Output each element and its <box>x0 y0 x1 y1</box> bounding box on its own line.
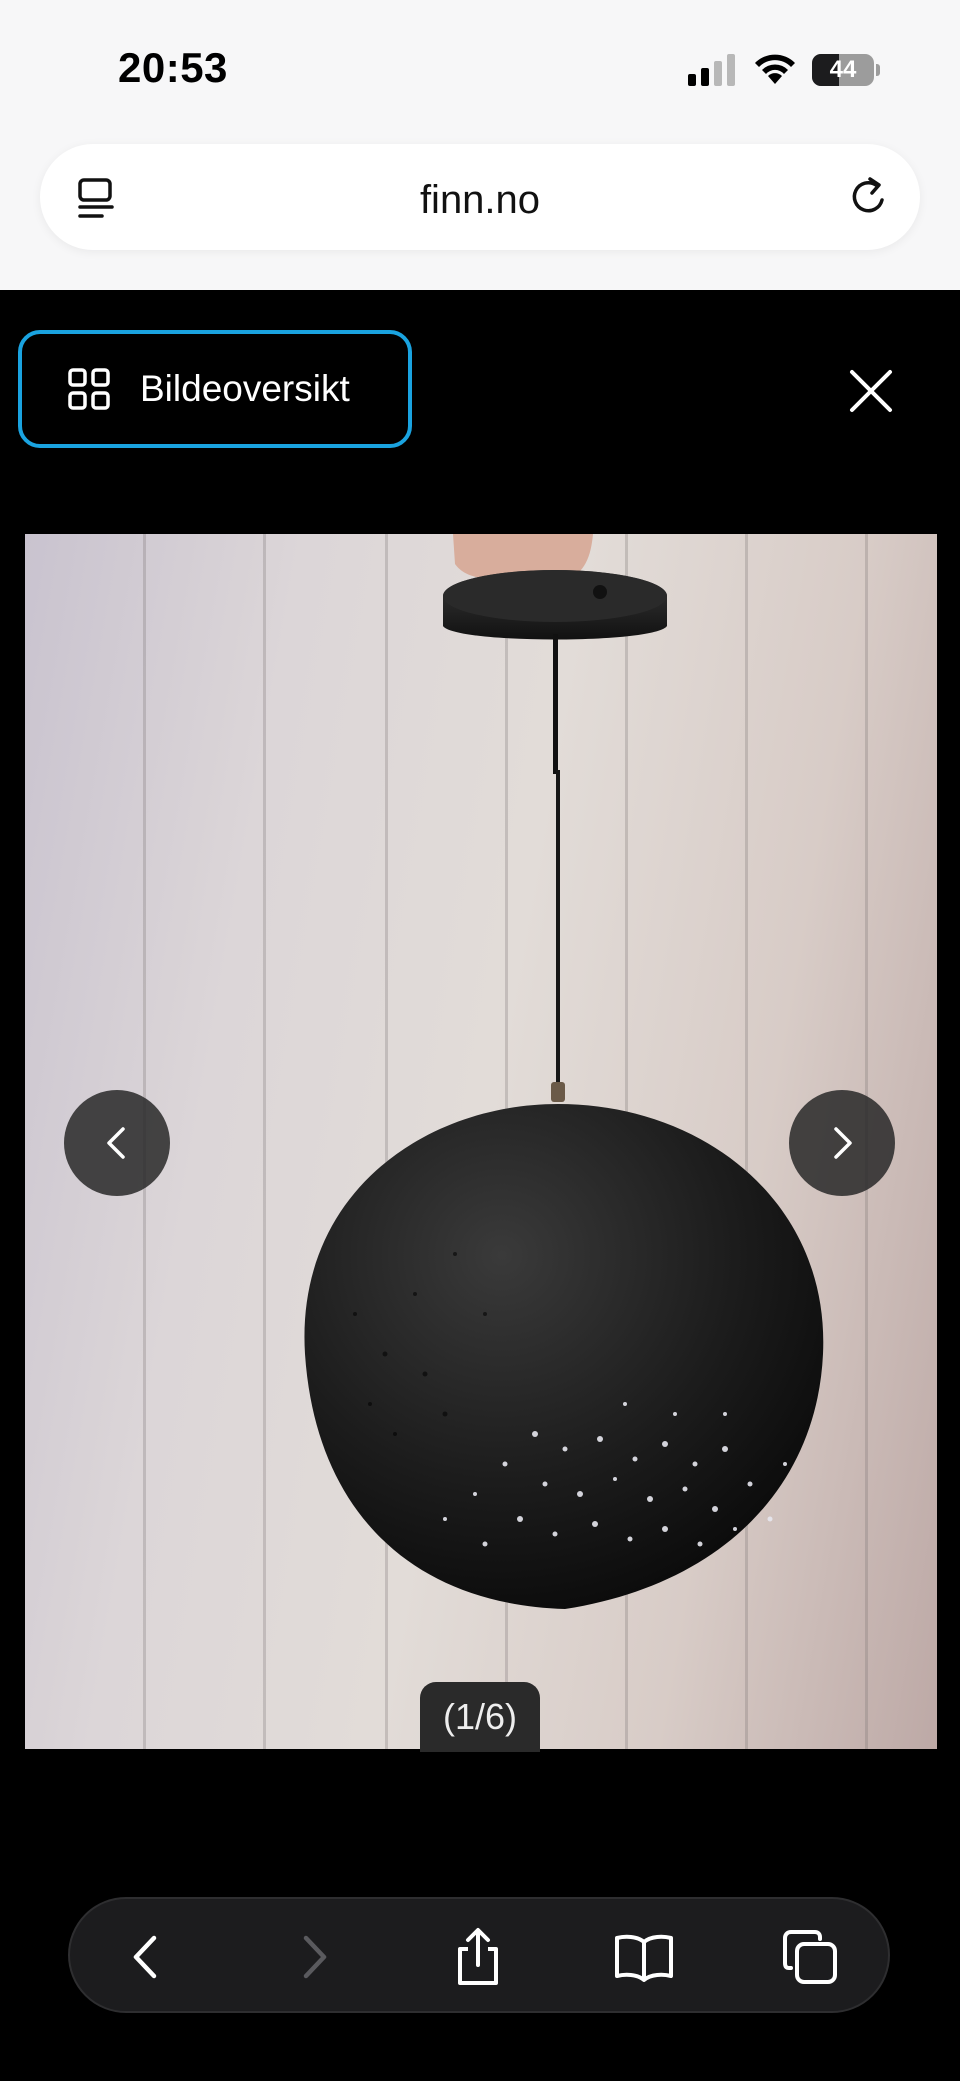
tabs-icon <box>783 1930 837 1984</box>
battery-icon: 44 <box>812 54 874 86</box>
url-text[interactable]: finn.no <box>40 178 920 223</box>
share-icon <box>458 1928 498 1985</box>
battery-tip <box>876 64 880 76</box>
back-icon <box>133 1935 157 1979</box>
address-bar-container: finn.no <box>0 140 960 290</box>
share-button[interactable] <box>446 1925 510 1989</box>
forward-icon <box>303 1935 327 1979</box>
battery-level: 44 <box>829 56 857 83</box>
image-viewer: Bildeoversikt (1/6) <box>0 290 960 2081</box>
bookmarks-button[interactable] <box>612 1925 676 1989</box>
back-button[interactable] <box>114 1925 178 1989</box>
image-overview-button[interactable]: Bildeoversikt <box>18 330 412 448</box>
wifi-icon <box>755 54 795 84</box>
chevron-right-icon <box>834 1127 852 1159</box>
forward-button[interactable] <box>282 1925 346 1989</box>
chevron-left-icon <box>107 1127 125 1159</box>
grid-icon <box>68 368 110 410</box>
reload-icon[interactable] <box>846 174 892 220</box>
tabs-button[interactable] <box>778 1925 842 1989</box>
status-bar: 20:53 44 <box>0 0 960 140</box>
image-overview-label: Bildeoversikt <box>140 368 350 409</box>
image-counter: (1/6) <box>420 1682 540 1752</box>
close-icon[interactable] <box>846 366 896 416</box>
next-image-button[interactable] <box>789 1090 895 1196</box>
cellular-signal-icon <box>688 52 735 86</box>
address-bar[interactable]: finn.no <box>40 144 920 250</box>
previous-image-button[interactable] <box>64 1090 170 1196</box>
browser-toolbar <box>68 1897 890 2013</box>
status-time: 20:53 <box>118 44 228 91</box>
bookmarks-icon <box>615 1934 673 1982</box>
